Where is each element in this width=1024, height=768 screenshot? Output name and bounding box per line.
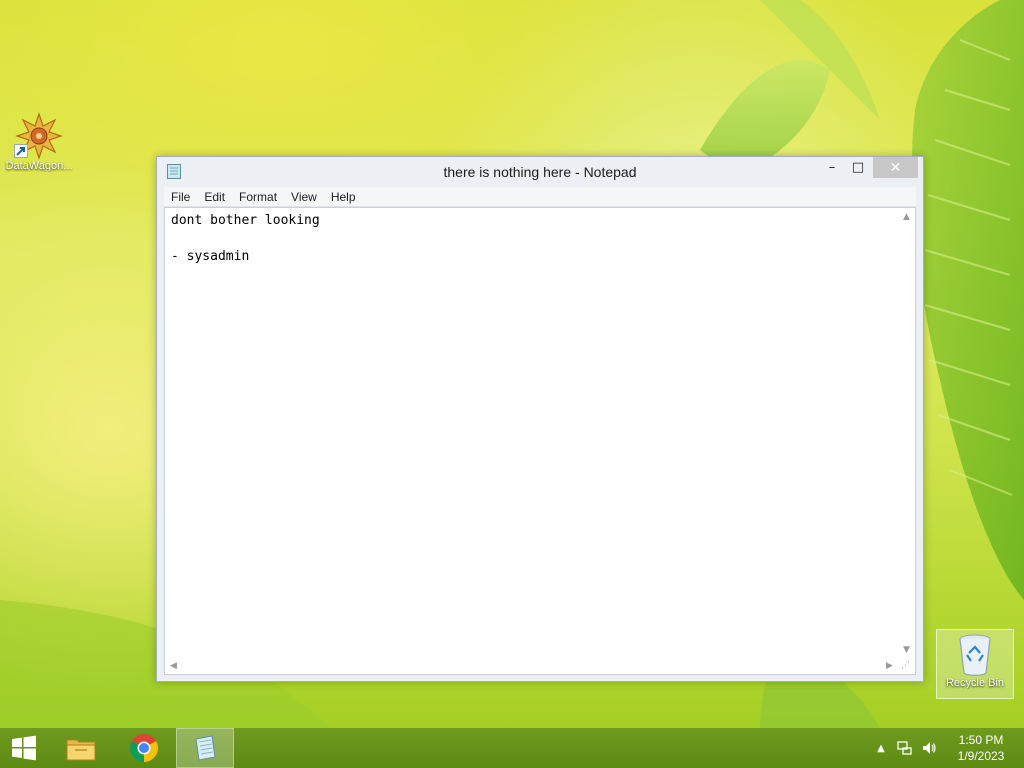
clock-time: 1:50 PM bbox=[958, 733, 1004, 747]
taskbar-file-explorer[interactable] bbox=[52, 728, 110, 768]
minimize-button[interactable]: – bbox=[819, 157, 845, 178]
close-button[interactable]: ✕ bbox=[873, 157, 918, 178]
taskbar-notepad[interactable] bbox=[176, 728, 234, 768]
start-icon bbox=[12, 735, 36, 761]
taskbar-chrome[interactable] bbox=[115, 728, 173, 768]
menu-file[interactable]: File bbox=[164, 187, 197, 207]
text-editor[interactable]: dont bother looking - sysadmin ▲ ▼ ◀ ▶ ⋰ bbox=[164, 207, 916, 675]
scroll-up-icon[interactable]: ▲ bbox=[898, 208, 915, 225]
desktop-icon-label: DataWagon... bbox=[5, 160, 73, 172]
close-icon: ✕ bbox=[889, 159, 902, 176]
chrome-icon bbox=[130, 734, 158, 762]
menu-edit[interactable]: Edit bbox=[197, 187, 232, 207]
notepad-window[interactable]: there is nothing here - Notepad – □ ✕ Fi… bbox=[156, 156, 924, 682]
vertical-scrollbar[interactable]: ▲ ▼ bbox=[898, 208, 915, 658]
show-hidden-icons-chevron[interactable]: ▲ bbox=[872, 728, 890, 768]
menu-help[interactable]: Help bbox=[324, 187, 363, 207]
menu-bar: File Edit Format View Help bbox=[164, 187, 916, 207]
notepad-icon bbox=[195, 735, 216, 761]
scroll-left-icon[interactable]: ◀ bbox=[165, 657, 182, 674]
file-explorer-icon bbox=[66, 739, 96, 761]
volume-icon[interactable] bbox=[918, 728, 940, 768]
clock-date: 1/9/2023 bbox=[957, 749, 1005, 763]
system-clock[interactable]: 1:50 PM 1/9/2023 bbox=[944, 732, 1018, 764]
recycle-bin-icon bbox=[959, 634, 991, 676]
desktop: DataWagon... Recycle Bin there is nothin… bbox=[0, 0, 1024, 728]
menu-view[interactable]: View bbox=[284, 187, 324, 207]
horizontal-scrollbar[interactable]: ◀ ▶ bbox=[165, 657, 898, 674]
maximize-button[interactable]: □ bbox=[845, 157, 871, 178]
scroll-down-icon[interactable]: ▼ bbox=[898, 641, 915, 658]
document-text[interactable]: dont bother looking - sysadmin bbox=[171, 212, 893, 654]
title-bar[interactable]: there is nothing here - Notepad – □ ✕ bbox=[157, 157, 923, 187]
minimize-icon: – bbox=[828, 160, 836, 175]
maximize-icon: □ bbox=[851, 160, 865, 175]
desktop-icon-recycle-bin[interactable]: Recycle Bin bbox=[936, 629, 1014, 699]
shortcut-arrow-icon bbox=[14, 144, 28, 158]
resize-grip-icon[interactable]: ⋰ bbox=[901, 660, 913, 672]
network-icon[interactable] bbox=[894, 728, 916, 768]
start-button[interactable] bbox=[0, 728, 48, 768]
menu-format[interactable]: Format bbox=[232, 187, 284, 207]
taskbar: ▲ 1:50 PM 1/9/2023 bbox=[0, 728, 1024, 768]
desktop-icon-datawagon[interactable]: DataWagon... bbox=[0, 110, 78, 172]
desktop-icon-label: Recycle Bin bbox=[945, 677, 1005, 689]
window-title: there is nothing here - Notepad bbox=[443, 164, 637, 180]
scroll-right-icon[interactable]: ▶ bbox=[881, 657, 898, 674]
